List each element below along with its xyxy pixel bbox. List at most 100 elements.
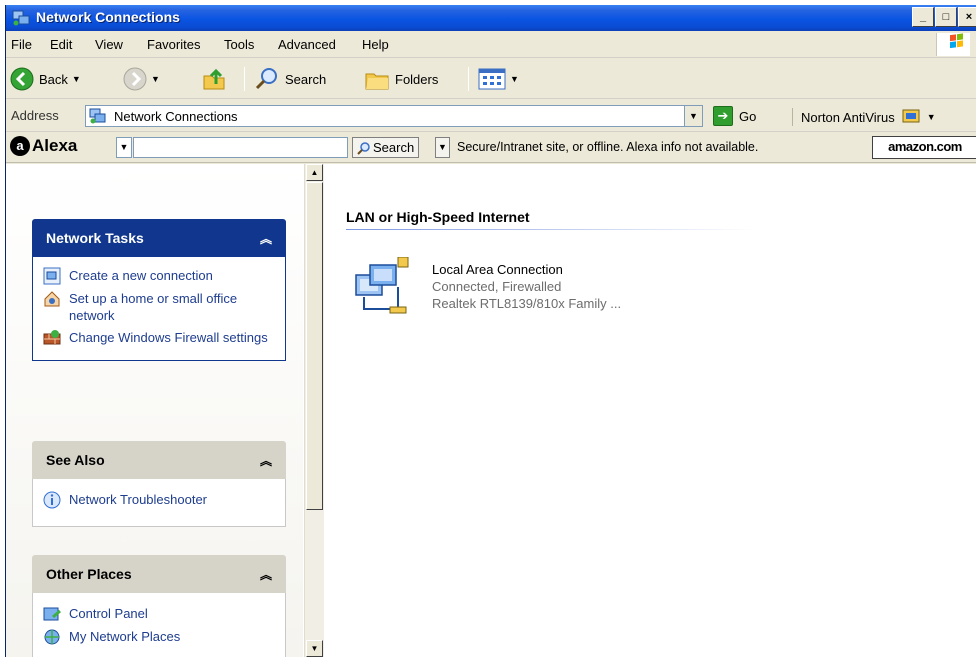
norton-antivirus-button[interactable]: Norton AntiVirus ▼	[792, 108, 936, 126]
menu-view[interactable]: View	[95, 37, 123, 52]
window-title: Network Connections	[36, 9, 180, 25]
address-field[interactable]: Network Connections ▼	[85, 105, 703, 127]
task-firewall-settings[interactable]: Change Windows Firewall settings	[43, 329, 275, 347]
search-label: Search	[285, 71, 327, 87]
network-tasks-panel: Network Tasks ︽ Create a new connection	[32, 219, 286, 361]
scroll-down-icon[interactable]: ▼	[306, 640, 323, 657]
back-dropdown-icon[interactable]: ▼	[72, 74, 81, 84]
alexa-logo[interactable]: a Alexa	[10, 136, 77, 156]
views-dropdown-icon[interactable]: ▼	[510, 74, 519, 84]
task-create-connection[interactable]: Create a new connection	[43, 267, 275, 285]
network-tasks-header[interactable]: Network Tasks ︽	[32, 219, 286, 257]
forward-arrow-icon	[123, 67, 147, 91]
folders-label: Folders	[395, 71, 439, 87]
explorer-window: Network Connections _ □ × File Edit View…	[5, 5, 976, 657]
back-arrow-icon	[10, 67, 34, 91]
group-header: LAN or High-Speed Internet	[346, 209, 530, 225]
alexa-search-dropdown-icon[interactable]: ▼	[435, 137, 450, 158]
task-label: My Network Places	[69, 629, 181, 644]
new-connection-icon	[43, 267, 61, 285]
up-folder-icon	[203, 68, 225, 90]
local-area-connection-item[interactable]: Local Area Connection Connected, Firewal…	[350, 257, 770, 327]
see-also-panel: See Also ︽ Network Troubleshooter	[32, 441, 286, 527]
link-my-network-places[interactable]: My Network Places	[43, 628, 275, 646]
forward-dropdown-icon[interactable]: ▼	[151, 74, 160, 84]
folders-button[interactable]: Folders	[364, 65, 438, 93]
magnifier-icon	[357, 141, 370, 155]
link-control-panel[interactable]: Control Panel	[43, 605, 275, 623]
task-pane: Network Tasks ︽ Create a new connection	[6, 164, 303, 657]
see-also-title: See Also	[46, 452, 105, 468]
close-button[interactable]: ×	[958, 7, 976, 27]
folders-icon	[365, 73, 389, 90]
connection-device: Realtek RTL8139/810x Family ...	[432, 296, 622, 311]
norton-dropdown-icon[interactable]: ▼	[927, 112, 936, 122]
search-icon	[255, 68, 277, 90]
other-places-title: Other Places	[46, 566, 132, 582]
up-button[interactable]	[201, 65, 227, 93]
firewall-icon	[43, 330, 61, 345]
alexa-status-text: Secure/Intranet site, or offline. Alexa …	[457, 140, 759, 154]
connections-list: LAN or High-Speed Internet Local Area Co…	[325, 164, 976, 657]
amazon-button[interactable]: amazon.com	[872, 136, 976, 159]
task-label: Set up a home or small office network	[69, 291, 238, 323]
scroll-thumb[interactable]	[306, 182, 323, 510]
back-button[interactable]: Back ▼	[10, 65, 81, 93]
network-places-icon	[44, 629, 60, 645]
network-tasks-title: Network Tasks	[46, 230, 144, 246]
scroll-up-icon[interactable]: ▲	[306, 164, 323, 181]
collapse-chevron-icon[interactable]: ︽	[260, 566, 272, 583]
alexa-search-input[interactable]	[133, 137, 348, 158]
content-area: Network Tasks ︽ Create a new connection	[6, 164, 976, 657]
task-pane-scrollbar[interactable]: ▲ ▼	[304, 164, 324, 657]
menu-help[interactable]: Help	[362, 37, 389, 52]
menu-advanced[interactable]: Advanced	[278, 37, 336, 52]
see-also-header[interactable]: See Also ︽	[32, 441, 286, 479]
lan-connection-icon	[355, 257, 409, 314]
other-places-header[interactable]: Other Places ︽	[32, 555, 286, 593]
windows-logo	[936, 33, 970, 56]
alexa-toolbar: a Alexa ▼ Search ▼ Secure/Intranet site,…	[6, 133, 976, 163]
views-icon	[478, 68, 506, 90]
windows-flag-icon	[950, 33, 963, 49]
views-button[interactable]: ▼	[478, 65, 519, 93]
menu-favorites[interactable]: Favorites	[147, 37, 200, 52]
norton-icon	[902, 109, 920, 123]
search-button[interactable]: Search	[254, 65, 326, 93]
link-network-troubleshooter[interactable]: Network Troubleshooter	[43, 491, 275, 509]
alexa-search-label: Search	[373, 140, 415, 155]
collapse-chevron-icon[interactable]: ︽	[260, 452, 272, 469]
standard-toolbar: Back ▼ ▼ Search Folders ▼	[6, 59, 976, 99]
back-label: Back	[39, 71, 68, 87]
connection-status: Connected, Firewalled	[432, 279, 562, 294]
title-bar[interactable]: Network Connections _ □ ×	[6, 5, 976, 31]
group-divider	[346, 229, 756, 230]
minimize-button[interactable]: _	[912, 7, 934, 27]
alexa-search-button[interactable]: Search	[352, 137, 420, 158]
control-panel-icon	[43, 607, 61, 621]
go-button[interactable]: ➔ Go	[713, 105, 756, 127]
menu-tools[interactable]: Tools	[224, 37, 254, 52]
connection-name: Local Area Connection	[432, 262, 563, 277]
network-connections-icon	[89, 108, 106, 124]
address-bar: Address Network Connections ▼ ➔ Go Norto…	[6, 100, 976, 132]
menu-bar: File Edit View Favorites Tools Advanced …	[6, 31, 976, 58]
address-label: Address	[11, 108, 59, 123]
alexa-brand: Alexa	[32, 136, 78, 155]
menu-edit[interactable]: Edit	[50, 37, 72, 52]
menu-file[interactable]: File	[11, 37, 32, 52]
home-network-icon	[44, 291, 60, 307]
forward-button[interactable]: ▼	[123, 65, 160, 93]
alexa-menu-dropdown-icon[interactable]: ▼	[116, 137, 132, 158]
info-icon	[43, 491, 61, 509]
address-value: Network Connections	[114, 109, 238, 124]
task-home-network[interactable]: Set up a home or small office network	[43, 290, 275, 324]
task-label: Change Windows Firewall settings	[69, 330, 268, 345]
task-label: Network Troubleshooter	[69, 492, 208, 507]
address-dropdown-icon[interactable]: ▼	[684, 106, 702, 126]
collapse-chevron-icon[interactable]: ︽	[260, 230, 272, 247]
maximize-button[interactable]: □	[935, 7, 957, 27]
norton-label: Norton AntiVirus	[801, 109, 895, 125]
alexa-a-icon: a	[10, 136, 30, 156]
network-connections-icon	[12, 10, 30, 26]
